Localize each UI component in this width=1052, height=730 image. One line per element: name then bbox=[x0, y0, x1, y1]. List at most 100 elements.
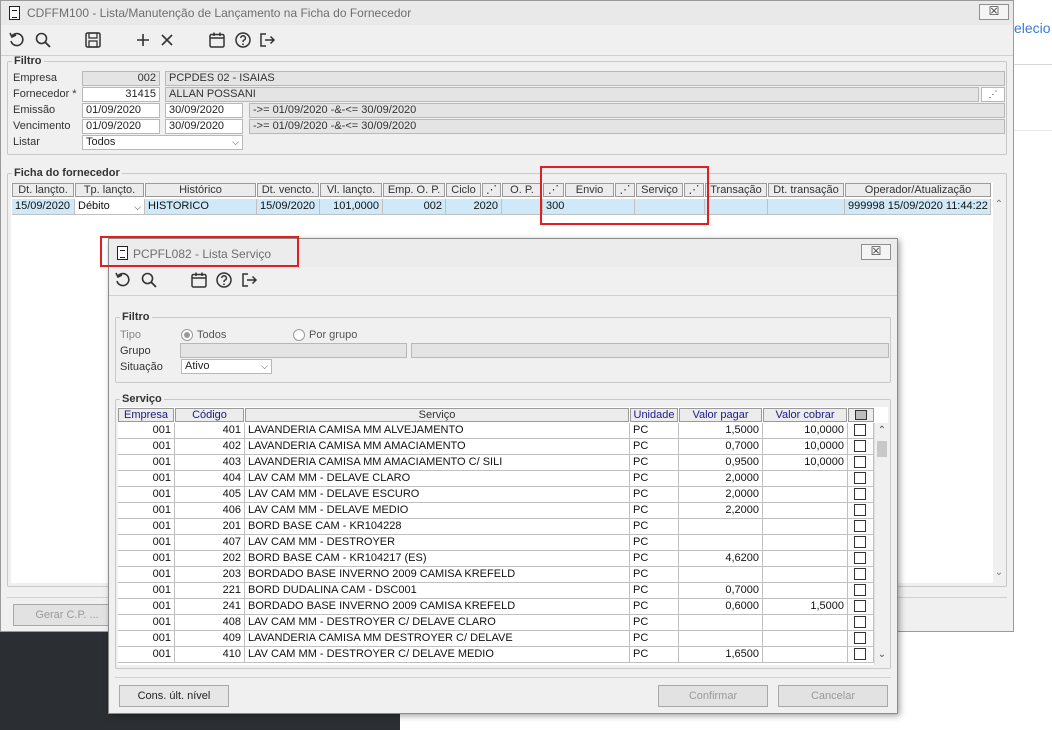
row-checkbox[interactable] bbox=[854, 552, 866, 564]
cell-empresa[interactable]: 001 bbox=[118, 583, 175, 599]
cell-codigo[interactable]: 407 bbox=[175, 535, 245, 551]
cell-codigo[interactable]: 405 bbox=[175, 487, 245, 503]
cell-servico[interactable]: LAV CAM MM - DESTROYER C/ DELAVE MEDIO bbox=[245, 647, 630, 663]
cell-valor-pagar[interactable]: 0,6000 bbox=[679, 599, 763, 615]
empresa-code-field[interactable]: 002 bbox=[82, 71, 160, 86]
cell-empresa[interactable]: 001 bbox=[118, 535, 175, 551]
refresh-icon[interactable] bbox=[113, 271, 133, 291]
cell-dt-transacao[interactable] bbox=[768, 199, 845, 215]
cell-valor-cobrar[interactable]: 10,0000 bbox=[763, 439, 848, 455]
row-checkbox[interactable] bbox=[854, 504, 866, 516]
exit-icon[interactable] bbox=[239, 271, 259, 291]
cell-valor-cobrar[interactable] bbox=[763, 567, 848, 583]
cell-valor-cobrar[interactable] bbox=[763, 631, 848, 647]
cell-valor-pagar[interactable]: 1,6500 bbox=[679, 647, 763, 663]
cell-empresa[interactable]: 001 bbox=[118, 567, 175, 583]
cell-servico[interactable]: LAV CAM MM - DESTROYER C/ DELAVE CLARO bbox=[245, 615, 630, 631]
cell-unidade[interactable]: PC bbox=[630, 535, 679, 551]
emissao-from-field[interactable]: 01/09/2020 bbox=[82, 103, 160, 118]
cell-valor-pagar[interactable]: 4,6200 bbox=[679, 551, 763, 567]
col-header-unidade[interactable]: Unidade bbox=[630, 408, 678, 422]
cell-valor-cobrar[interactable] bbox=[763, 519, 848, 535]
scroll-down-icon[interactable]: ⌄ bbox=[993, 567, 1005, 578]
cell-unidade[interactable]: PC bbox=[630, 647, 679, 663]
cell-valor-pagar[interactable]: 2,2000 bbox=[679, 503, 763, 519]
cell-codigo[interactable]: 404 bbox=[175, 471, 245, 487]
emissao-to-field[interactable]: 30/09/2020 bbox=[165, 103, 243, 118]
save-icon[interactable] bbox=[83, 31, 103, 51]
cell-empresa[interactable]: 001 bbox=[118, 471, 175, 487]
cell-empresa[interactable]: 001 bbox=[118, 503, 175, 519]
cell-unidade[interactable]: PC bbox=[630, 599, 679, 615]
col-header-codigo[interactable]: Código bbox=[175, 408, 244, 422]
row-checkbox[interactable] bbox=[854, 632, 866, 644]
cell-unidade[interactable]: PC bbox=[630, 503, 679, 519]
cell-empresa[interactable]: 001 bbox=[118, 615, 175, 631]
cell-servico[interactable]: LAVANDERIA CAMISA MM ALVEJAMENTO bbox=[245, 423, 630, 439]
col-header-op[interactable]: O. P. bbox=[502, 183, 542, 197]
col-header-tp-lancto[interactable]: Tp. lançto. bbox=[75, 183, 144, 197]
row-checkbox[interactable] bbox=[854, 456, 866, 468]
cell-operador[interactable]: 999998 15/09/2020 11:44:22 bbox=[845, 199, 991, 215]
tipo-todos-radio[interactable] bbox=[181, 329, 193, 341]
cell-unidade[interactable]: PC bbox=[630, 583, 679, 599]
vencimento-from-field[interactable]: 01/09/2020 bbox=[82, 119, 160, 134]
search-icon[interactable] bbox=[139, 271, 159, 291]
cell-valor-pagar[interactable] bbox=[679, 615, 763, 631]
cell-servico[interactable]: LAVANDERIA CAMISA MM DESTROYER C/ DELAVE bbox=[245, 631, 630, 647]
col-header-lookup-icon[interactable]: ⋰ bbox=[482, 183, 501, 197]
cell-codigo[interactable]: 241 bbox=[175, 599, 245, 615]
col-header-transacao[interactable]: Transação bbox=[705, 183, 767, 197]
cell-unidade[interactable]: PC bbox=[630, 631, 679, 647]
cell-valor-pagar[interactable] bbox=[679, 519, 763, 535]
calendar-icon[interactable] bbox=[189, 271, 209, 291]
cell-dt-vencto[interactable]: 15/09/2020 bbox=[257, 199, 320, 215]
row-checkbox[interactable] bbox=[854, 568, 866, 580]
cell-valor-pagar[interactable] bbox=[679, 567, 763, 583]
cell-codigo[interactable]: 202 bbox=[175, 551, 245, 567]
cell-codigo[interactable]: 403 bbox=[175, 455, 245, 471]
cell-servico[interactable]: BORD BASE CAM - KR104217 (ES) bbox=[245, 551, 630, 567]
scroll-down-icon[interactable]: ⌄ bbox=[876, 649, 888, 660]
col-header-historico[interactable]: Histórico bbox=[145, 183, 256, 197]
cell-codigo[interactable]: 409 bbox=[175, 631, 245, 647]
col-header-dt-transacao[interactable]: Dt. transação bbox=[768, 183, 844, 197]
cell-valor-cobrar[interactable] bbox=[763, 487, 848, 503]
cell-servico[interactable]: LAV CAM MM - DELAVE CLARO bbox=[245, 471, 630, 487]
servico-scrollbar[interactable]: ⌃ ⌄ bbox=[874, 423, 888, 665]
cell-empresa[interactable]: 001 bbox=[118, 423, 175, 439]
cell-empresa[interactable]: 001 bbox=[118, 519, 175, 535]
cell-codigo[interactable]: 221 bbox=[175, 583, 245, 599]
cell-valor-cobrar[interactable]: 1,5000 bbox=[763, 599, 848, 615]
cell-unidade[interactable]: PC bbox=[630, 615, 679, 631]
cell-op[interactable] bbox=[502, 199, 543, 215]
cell-servico[interactable]: BORDADO BASE INVERNO 2009 CAMISA KREFELD bbox=[245, 567, 630, 583]
fornecedor-code-field[interactable]: 31415 bbox=[82, 87, 160, 102]
cell-valor-cobrar[interactable] bbox=[763, 535, 848, 551]
cell-valor-pagar[interactable] bbox=[679, 535, 763, 551]
cell-codigo[interactable]: 408 bbox=[175, 615, 245, 631]
cell-valor-pagar[interactable] bbox=[679, 631, 763, 647]
cell-ciclo[interactable]: 2020 bbox=[446, 199, 502, 215]
help-icon[interactable] bbox=[214, 271, 234, 291]
cell-servico[interactable]: LAV CAM MM - DELAVE ESCURO bbox=[245, 487, 630, 503]
calendar-icon[interactable] bbox=[207, 31, 227, 51]
vencimento-to-field[interactable]: 30/09/2020 bbox=[165, 119, 243, 134]
cell-servico[interactable]: LAVANDERIA CAMISA MM AMACIAMENTO C/ SILI bbox=[245, 455, 630, 471]
tipo-grupo-radio[interactable] bbox=[293, 329, 305, 341]
col-header-dt-vencto[interactable]: Dt. vencto. bbox=[257, 183, 319, 197]
cell-valor-cobrar[interactable] bbox=[763, 647, 848, 663]
row-checkbox[interactable] bbox=[854, 488, 866, 500]
confirmar-button[interactable]: Confirmar bbox=[658, 685, 768, 707]
cell-codigo[interactable]: 406 bbox=[175, 503, 245, 519]
cell-servico[interactable]: BORDADO BASE INVERNO 2009 CAMISA KREFELD bbox=[245, 599, 630, 615]
plus-icon[interactable] bbox=[133, 31, 153, 51]
cell-empresa[interactable]: 001 bbox=[118, 455, 175, 471]
cell-servico[interactable]: BORD BASE CAM - KR104228 bbox=[245, 519, 630, 535]
row-checkbox[interactable] bbox=[854, 648, 866, 660]
scroll-up-icon[interactable]: ⌃ bbox=[876, 425, 888, 436]
fornecedor-lookup-icon[interactable]: ⋰ bbox=[981, 87, 1005, 102]
col-header-servico[interactable]: Serviço bbox=[245, 408, 629, 422]
scroll-thumb[interactable] bbox=[877, 441, 887, 457]
cell-empresa[interactable]: 001 bbox=[118, 631, 175, 647]
